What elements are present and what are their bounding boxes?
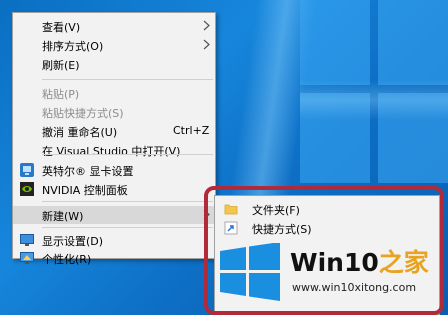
nvidia-icon <box>20 182 34 196</box>
submenu-item-folder[interactable]: 文件夹(F) <box>215 200 439 218</box>
shortcut-icon <box>224 221 238 235</box>
menu-item-label: 粘贴快捷方式(S) <box>42 107 124 120</box>
menu-item-label: 刷新(E) <box>42 59 80 72</box>
display-icon <box>20 234 34 246</box>
watermark-title-main: Win10 <box>290 248 379 277</box>
menu-item-refresh[interactable]: 刷新(E) <box>13 55 215 73</box>
submenu-item-label: 快捷方式(S) <box>252 223 312 236</box>
folder-icon <box>224 204 238 215</box>
watermark: Win10之家 www.win10xitong.com <box>218 243 440 301</box>
chevron-right-icon <box>203 209 210 220</box>
desktop-window-pane <box>378 93 448 183</box>
menu-item-paste-shortcut[interactable]: 粘贴快捷方式(S) <box>13 103 215 121</box>
menu-item-paste[interactable]: 粘贴(P) <box>13 84 215 102</box>
menu-item-sort-by[interactable]: 排序方式(O) <box>13 36 215 54</box>
menu-separator <box>42 154 213 155</box>
watermark-url: www.win10xitong.com <box>292 281 417 294</box>
menu-item-display-settings[interactable]: 显示设置(D) <box>13 231 215 249</box>
intel-graphics-icon <box>20 163 34 177</box>
menu-item-label: 在 Visual Studio 中打开(V) <box>42 145 181 158</box>
menu-item-shortcut: Ctrl+Z <box>173 124 210 137</box>
menu-item-label: 排序方式(O) <box>42 40 104 53</box>
menu-item-intel-graphics[interactable]: 英特尔® 显卡设置 <box>13 161 215 179</box>
menu-item-label: 个性化(R) <box>42 253 92 266</box>
menu-item-label: 英特尔® 显卡设置 <box>42 165 134 178</box>
menu-separator <box>42 227 213 228</box>
menu-item-view[interactable]: 查看(V) <box>13 17 215 35</box>
watermark-title: Win10之家 <box>290 243 429 279</box>
menu-item-nvidia-control-panel[interactable]: NVIDIA 控制面板 <box>13 180 215 198</box>
menu-item-label: 新建(W) <box>42 210 84 223</box>
desktop-context-menu: 查看(V) 排序方式(O) 刷新(E) 粘贴(P) 粘贴快捷方式(S) 撤消 重… <box>12 12 216 266</box>
desktop-window-pane <box>300 0 370 85</box>
chevron-right-icon <box>203 20 210 31</box>
menu-item-label: 显示设置(D) <box>42 235 104 248</box>
menu-separator <box>42 201 213 202</box>
personalize-icon <box>20 252 34 264</box>
menu-item-label: 粘贴(P) <box>42 88 80 101</box>
watermark-title-accent: 之家 <box>378 248 429 277</box>
menu-item-undo-rename[interactable]: 撤消 重命名(U) Ctrl+Z <box>13 122 215 140</box>
desktop-window-pane <box>300 93 370 183</box>
windows-logo-icon <box>220 243 280 301</box>
desktop-window-pane <box>378 0 448 85</box>
submenu-item-shortcut[interactable]: 快捷方式(S) <box>215 219 439 237</box>
menu-separator <box>42 79 213 80</box>
submenu-item-label: 文件夹(F) <box>252 204 300 217</box>
menu-item-label: 撤消 重命名(U) <box>42 126 118 139</box>
menu-item-label: 查看(V) <box>42 21 81 34</box>
menu-item-label: NVIDIA 控制面板 <box>42 184 128 197</box>
menu-item-personalize[interactable]: 个性化(R) <box>13 249 215 267</box>
menu-item-open-in-visual-studio[interactable]: 在 Visual Studio 中打开(V) <box>13 141 215 159</box>
menu-item-new[interactable]: 新建(W) <box>13 206 215 224</box>
chevron-right-icon <box>203 39 210 50</box>
